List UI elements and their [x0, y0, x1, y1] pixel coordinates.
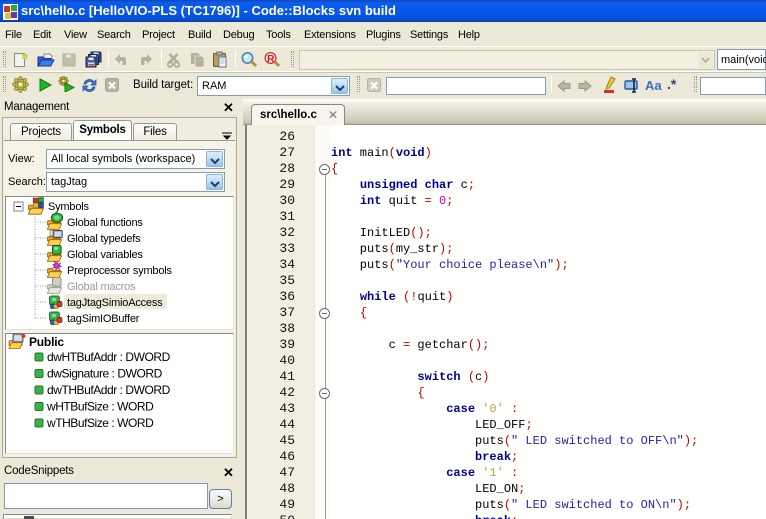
svg-text:Preprocessor symbols: Preprocessor symbols: [67, 265, 173, 277]
svg-text:Global typedefs: Global typedefs: [67, 233, 141, 245]
svg-text:dwTHBufAddr : DWORD: dwTHBufAddr : DWORD: [47, 383, 171, 397]
svg-text:Public: Public: [29, 335, 64, 349]
svg-text:Global variables: Global variables: [67, 249, 143, 261]
svg-text:Global functions: Global functions: [67, 217, 143, 229]
svg-text:R: R: [267, 53, 275, 65]
svg-text:tagJtagSimioAccess: tagJtagSimioAccess: [67, 297, 163, 309]
svg-text:wHTBufSize : WORD: wHTBufSize : WORD: [46, 400, 154, 414]
svg-text:wTHBufSize : WORD: wTHBufSize : WORD: [46, 416, 154, 430]
svg-text:dwHTBufAddr : DWORD: dwHTBufAddr : DWORD: [47, 350, 171, 364]
svg-text:tagSimIOBuffer: tagSimIOBuffer: [67, 313, 140, 325]
svg-text:Global macros: Global macros: [67, 281, 136, 293]
svg-text:dwSignature : DWORD: dwSignature : DWORD: [47, 367, 163, 381]
svg-text:Symbols: Symbols: [48, 201, 89, 213]
